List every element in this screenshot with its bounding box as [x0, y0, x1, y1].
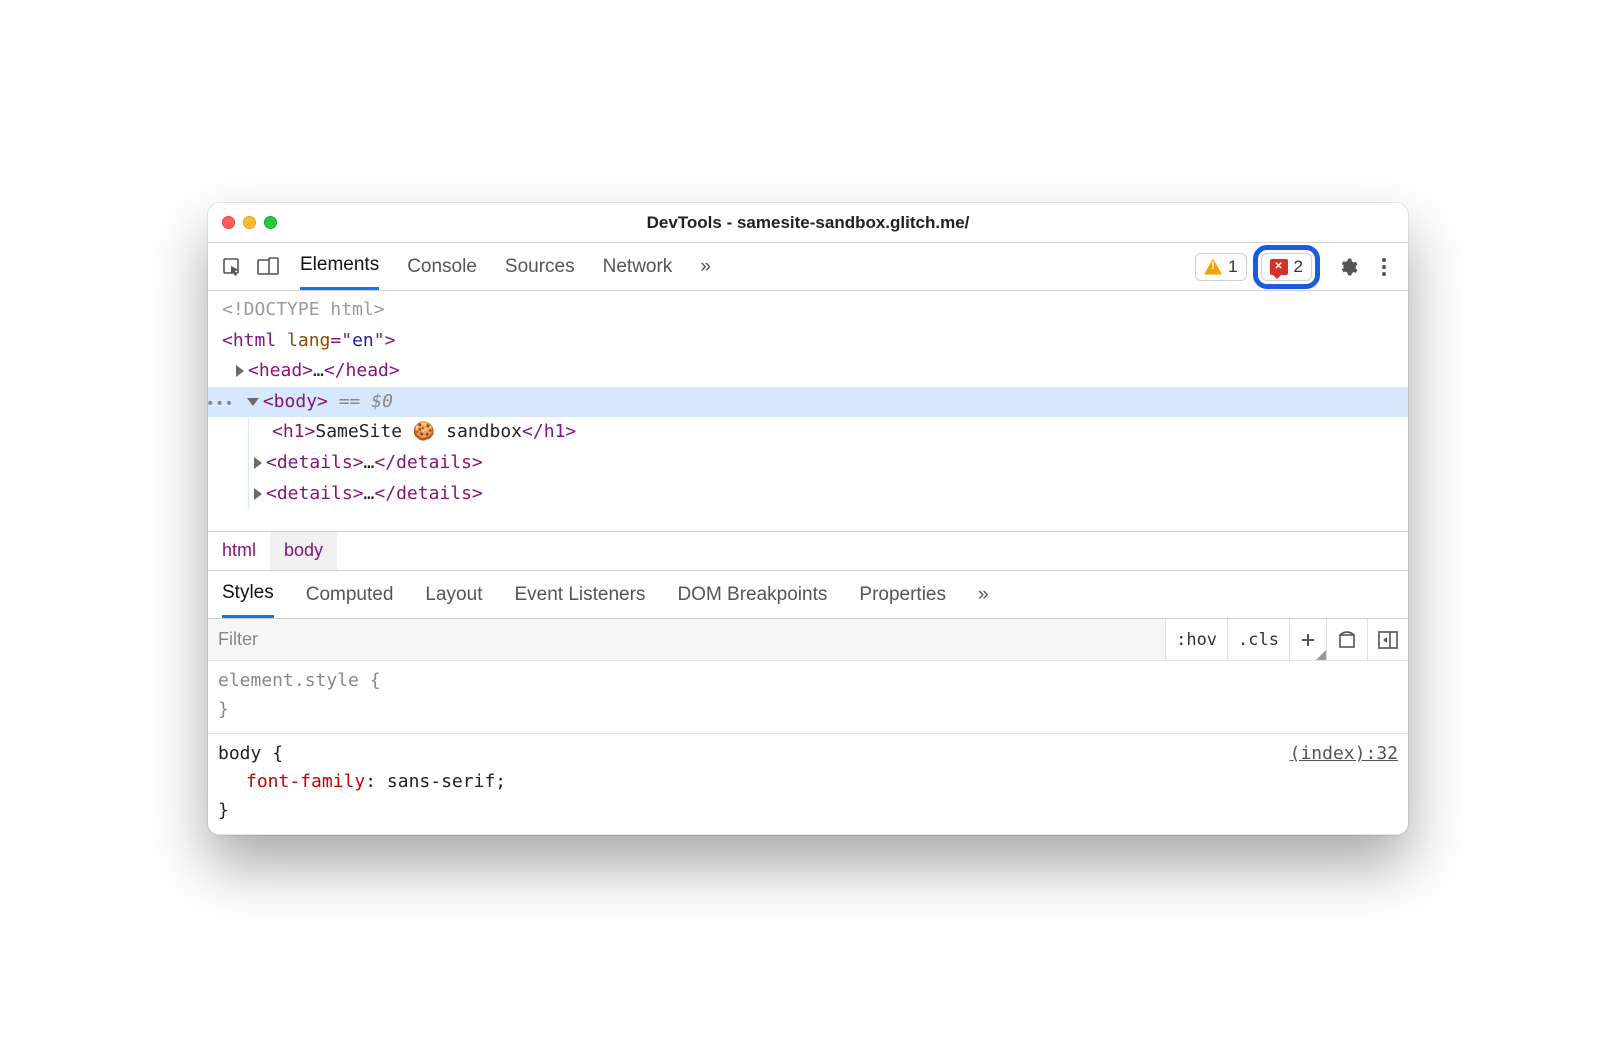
rule-source-link[interactable]: (index):32: [1290, 740, 1398, 769]
tab-elements[interactable]: Elements: [300, 243, 379, 290]
computed-styles-sidebar-icon[interactable]: [1326, 619, 1367, 660]
elements-dom-tree[interactable]: <!DOCTYPE html> <html lang="en"> <head>……: [208, 291, 1408, 531]
window-close-button[interactable]: [222, 216, 235, 229]
selector-element-style: element.style: [218, 670, 359, 691]
subtab-layout[interactable]: Layout: [425, 571, 482, 618]
breadcrumb-html[interactable]: html: [208, 532, 270, 570]
warnings-pill[interactable]: 1: [1195, 253, 1246, 281]
window-titlebar: DevTools - samesite-sandbox.glitch.me/: [208, 203, 1408, 243]
inspect-element-icon[interactable]: [216, 251, 248, 283]
status-pills: 1 2: [1195, 245, 1320, 289]
element-style-block[interactable]: element.style { }: [208, 661, 1408, 734]
dom-head[interactable]: <head>…</head>: [208, 356, 1408, 387]
window-traffic-lights: [222, 216, 277, 229]
subtabs-overflow[interactable]: »: [978, 571, 989, 618]
issues-pill[interactable]: 2: [1261, 253, 1312, 281]
cls-toggle[interactable]: .cls: [1227, 619, 1289, 660]
toggle-sidebar-icon[interactable]: [1367, 619, 1408, 660]
settings-icon[interactable]: [1332, 251, 1364, 283]
collapse-icon[interactable]: [247, 398, 259, 406]
warning-icon: [1204, 259, 1222, 275]
subtab-properties[interactable]: Properties: [859, 571, 946, 618]
dom-body-selected[interactable]: <body> == $0: [208, 387, 1408, 418]
devtools-window: DevTools - samesite-sandbox.glitch.me/ E…: [208, 203, 1408, 835]
sidebar-subtabs: Styles Computed Layout Event Listeners D…: [208, 571, 1408, 619]
breadcrumb-body[interactable]: body: [270, 532, 337, 570]
expand-icon[interactable]: [254, 457, 262, 469]
device-toggle-icon[interactable]: [252, 251, 284, 283]
window-zoom-button[interactable]: [264, 216, 277, 229]
window-minimize-button[interactable]: [243, 216, 256, 229]
dom-details-1[interactable]: <details>…</details>: [208, 448, 1408, 479]
expand-icon[interactable]: [236, 365, 244, 377]
hov-toggle[interactable]: :hov: [1165, 619, 1227, 660]
dom-h1[interactable]: <h1>SameSite 🍪 sandbox</h1>: [208, 417, 1408, 448]
issues-count: 2: [1294, 257, 1303, 277]
dom-doctype[interactable]: <!DOCTYPE html>: [208, 295, 1408, 326]
subtab-event-listeners[interactable]: Event Listeners: [514, 571, 645, 618]
window-title: DevTools - samesite-sandbox.glitch.me/: [208, 213, 1408, 233]
warnings-count: 1: [1228, 257, 1237, 277]
dom-details-2[interactable]: <details>…</details>: [208, 479, 1408, 510]
selector-body: body: [218, 743, 261, 764]
cookie-emoji: 🍪: [413, 421, 435, 442]
panel-tabs: Elements Console Sources Network »: [300, 243, 711, 290]
subtab-computed[interactable]: Computed: [306, 571, 394, 618]
tabs-overflow[interactable]: »: [700, 243, 711, 290]
dom-html-open[interactable]: <html lang="en">: [208, 326, 1408, 357]
devtools-toolbar: Elements Console Sources Network » 1 2: [208, 243, 1408, 291]
tab-network[interactable]: Network: [603, 243, 673, 290]
styles-filter-row: :hov .cls: [208, 619, 1408, 661]
css-property-value[interactable]: sans-serif: [387, 771, 495, 792]
new-style-rule-button[interactable]: [1289, 619, 1326, 660]
tab-console[interactable]: Console: [407, 243, 477, 290]
body-rule-block[interactable]: (index):32 body { font-family: sans-seri…: [208, 734, 1408, 835]
styles-filter-input[interactable]: [208, 619, 1165, 660]
issues-highlight: 2: [1253, 245, 1320, 289]
styles-pane: element.style { } (index):32 body { font…: [208, 661, 1408, 835]
tab-sources[interactable]: Sources: [505, 243, 575, 290]
subtab-dom-breakpoints[interactable]: DOM Breakpoints: [677, 571, 827, 618]
subtab-styles[interactable]: Styles: [222, 571, 274, 618]
issues-icon: [1270, 259, 1288, 275]
more-menu-icon[interactable]: [1368, 251, 1400, 283]
expand-icon[interactable]: [254, 488, 262, 500]
elements-breadcrumb: html body: [208, 531, 1408, 571]
css-property-name[interactable]: font-family: [246, 771, 365, 792]
dom-body-children: <h1>SameSite 🍪 sandbox</h1> <details>…</…: [208, 417, 1408, 509]
